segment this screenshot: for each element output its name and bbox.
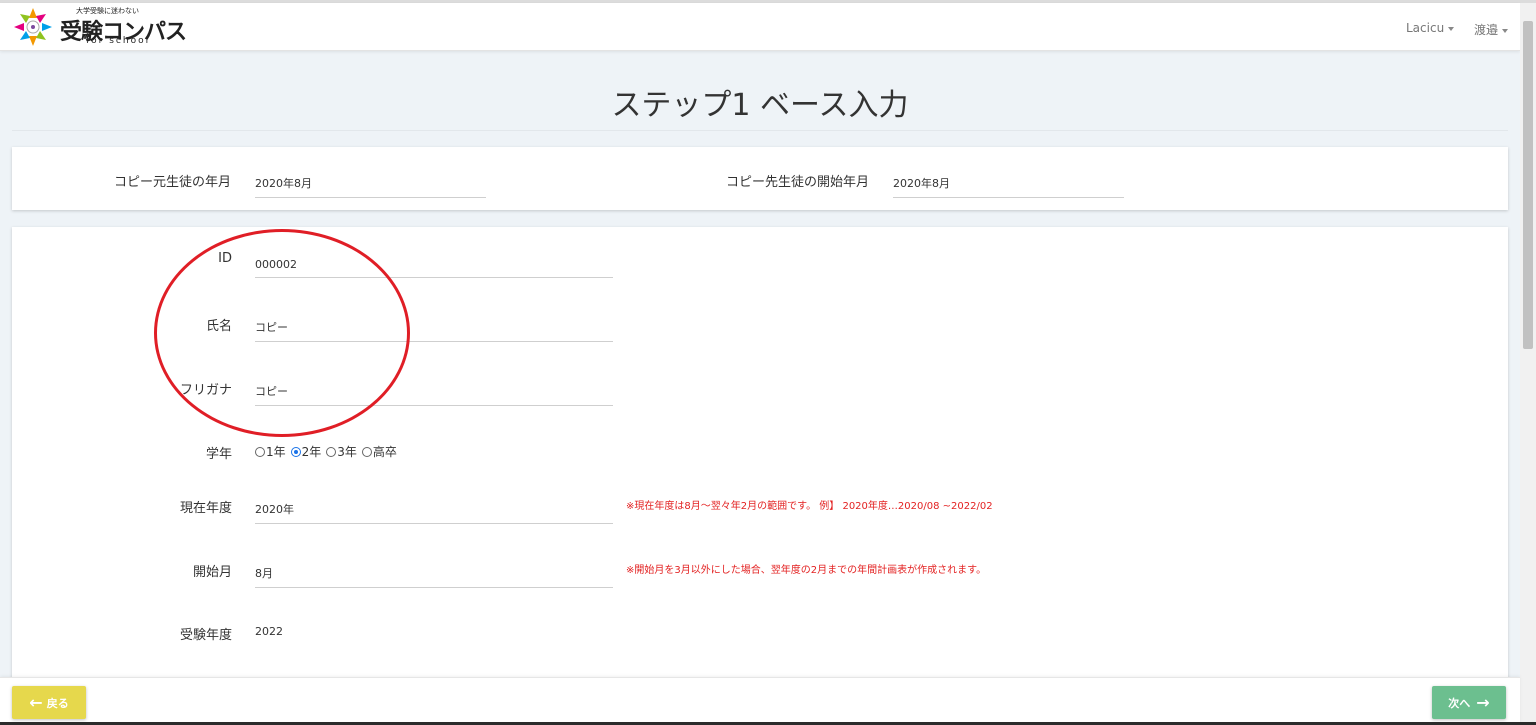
- page-title: ステップ1 ベース入力: [611, 88, 909, 123]
- footer-bar: ← 戻る 次へ →: [0, 677, 1520, 725]
- grade-label: 学年: [205, 447, 232, 462]
- user-menu-account[interactable]: 渡邉: [1474, 21, 1509, 38]
- furigana-label: フリガナ: [179, 383, 232, 398]
- grade-option-label: 1年: [266, 445, 286, 459]
- back-button-label: 戻る: [46, 696, 69, 710]
- copy-settings-card: コピー元生徒の年月 2020年8月 コピー先生徒の開始年月 2020年8月: [12, 147, 1508, 210]
- id-value: 000002: [255, 258, 297, 271]
- start-month-label: 開始月: [192, 565, 232, 580]
- furigana-value: コピー: [255, 385, 288, 398]
- copy-source-label: コピー元生徒の年月: [113, 175, 231, 190]
- logo[interactable]: 大学受験に迷わない 受験コンパス for school: [12, 4, 187, 48]
- start-month-value: 8月: [255, 567, 273, 580]
- arrow-right-icon: →: [1476, 693, 1490, 712]
- copy-source-value: 2020年8月: [255, 177, 312, 190]
- chevron-down-icon: [1448, 26, 1455, 31]
- furigana-field[interactable]: コピー: [255, 375, 613, 406]
- compass-logo-icon: [14, 8, 52, 46]
- radio-circle-checked[interactable]: [290, 446, 301, 457]
- grade-option-3[interactable]: 3年: [326, 443, 357, 460]
- current-year-label: 現在年度: [179, 501, 232, 516]
- grade-option-graduate[interactable]: 高卒: [361, 443, 397, 460]
- back-button[interactable]: ← 戻る: [12, 686, 86, 719]
- radio-circle[interactable]: [361, 446, 372, 457]
- copy-dest-label: コピー先生徒の開始年月: [725, 175, 869, 190]
- next-button-label: 次へ: [1448, 696, 1471, 710]
- arrow-left-icon: ←: [29, 693, 43, 712]
- copy-dest-field[interactable]: 2020年8月: [893, 167, 1124, 198]
- copy-dest-value: 2020年8月: [893, 177, 950, 190]
- title-divider: [12, 130, 1508, 131]
- page-scrollbar[interactable]: [1520, 3, 1536, 725]
- navbar: 大学受験に迷わない 受験コンパス for school Lacicu 渡邉: [0, 3, 1520, 51]
- user-menu-school-label: Lacicu: [1406, 21, 1445, 35]
- current-year-field[interactable]: 2020年: [255, 493, 613, 524]
- radio-circle[interactable]: [255, 446, 265, 457]
- name-field[interactable]: コピー: [255, 311, 613, 342]
- start-month-field[interactable]: 8月: [255, 557, 613, 588]
- current-year-value: 2020年: [255, 503, 294, 516]
- scrollbar-thumb[interactable]: [1523, 21, 1533, 349]
- current-year-note: ※現在年度は8月～翌々年2月の範囲です。 例】 2020年度…2020/08 ~…: [626, 501, 993, 512]
- next-button[interactable]: 次へ →: [1432, 686, 1506, 719]
- grade-option-label: 2年: [301, 445, 322, 459]
- grade-option-1[interactable]: 1年: [255, 443, 286, 460]
- grade-radio-group: 1年 2年 3年 高卒: [255, 443, 402, 460]
- start-month-note: ※開始月を3月以外にした場合、翌年度の2月までの年間計画表が作成されます。: [626, 565, 987, 576]
- copy-source-field[interactable]: 2020年8月: [255, 167, 486, 198]
- student-form-card: ID 000002 氏名 コピー フリガナ コピー 学年 1年 2年 3年 高卒…: [12, 227, 1508, 687]
- id-field[interactable]: 000002: [255, 247, 613, 278]
- id-label: ID: [218, 251, 232, 266]
- radio-circle[interactable]: [326, 446, 337, 457]
- exam-year-value: 2022: [255, 625, 283, 638]
- grade-option-label: 3年: [337, 445, 357, 459]
- chevron-down-icon: [1502, 28, 1509, 33]
- user-menu-school[interactable]: Lacicu: [1406, 21, 1455, 35]
- grade-option-2[interactable]: 2年: [290, 443, 322, 460]
- logo-subtitle: for school: [86, 36, 151, 46]
- grade-option-label: 高卒: [372, 445, 397, 459]
- name-value: コピー: [255, 321, 288, 334]
- user-menu-account-label: 渡邉: [1474, 23, 1499, 37]
- name-label: 氏名: [205, 319, 232, 334]
- exam-year-label: 受験年度: [179, 628, 232, 643]
